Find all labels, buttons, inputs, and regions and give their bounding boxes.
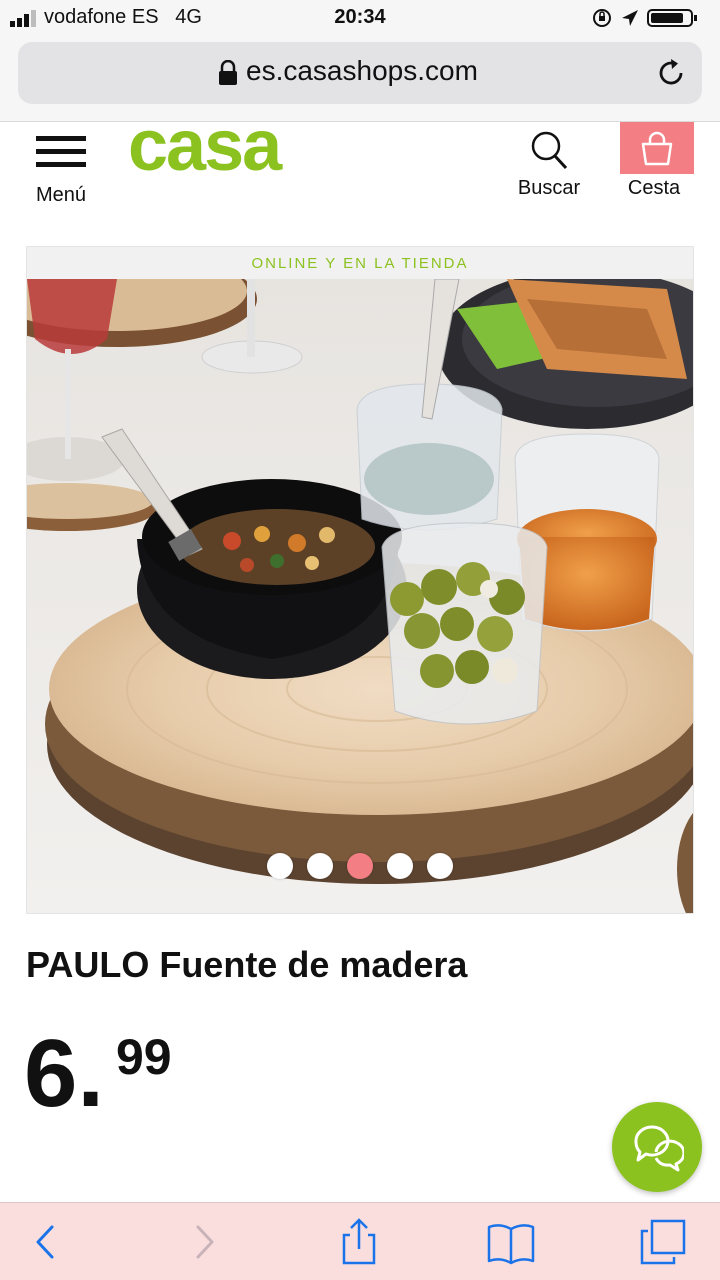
search-button[interactable]: Buscar bbox=[506, 122, 592, 214]
chat-button[interactable] bbox=[612, 1102, 702, 1192]
browser-toolbar bbox=[0, 1202, 720, 1280]
price-integer: 6. bbox=[24, 1020, 105, 1127]
status-bar: vodafone ES 4G 20:34 bbox=[0, 0, 720, 36]
forward-icon[interactable] bbox=[180, 1217, 230, 1267]
tabs-icon[interactable] bbox=[638, 1217, 688, 1267]
status-icons bbox=[593, 9, 697, 27]
orientation-lock-icon bbox=[593, 9, 611, 27]
carousel-dot-5[interactable] bbox=[427, 853, 453, 879]
carousel-dot-3[interactable] bbox=[347, 853, 373, 879]
carousel-dots bbox=[267, 851, 457, 879]
lock-icon bbox=[219, 60, 237, 85]
carousel-dot-2[interactable] bbox=[307, 853, 333, 879]
reload-icon[interactable] bbox=[654, 56, 688, 90]
battery-icon bbox=[647, 9, 697, 27]
availability-banner: ONLINE Y EN LA TIENDA bbox=[27, 247, 693, 279]
casa-logo[interactable]: casa bbox=[128, 110, 282, 182]
url-text: es.casashops.com bbox=[246, 55, 478, 86]
cart-label: Cesta bbox=[627, 177, 681, 199]
product-photo bbox=[27, 279, 693, 913]
price-decimals: 99 bbox=[116, 1029, 172, 1085]
menu-label: Menú bbox=[35, 184, 87, 206]
carousel-dot-4[interactable] bbox=[387, 853, 413, 879]
location-arrow-icon bbox=[622, 10, 638, 26]
shopping-bag-icon bbox=[641, 131, 673, 166]
share-icon[interactable] bbox=[334, 1217, 384, 1267]
cart-button[interactable]: Cesta bbox=[614, 122, 694, 214]
hamburger-icon bbox=[36, 136, 86, 167]
product-price: 6. 99 bbox=[24, 1026, 284, 1126]
bookmarks-icon[interactable] bbox=[486, 1217, 536, 1267]
back-icon[interactable] bbox=[20, 1217, 70, 1267]
product-title: PAULO Fuente de madera bbox=[26, 944, 468, 985]
site-header: Menú casa Buscar Cesta bbox=[0, 110, 720, 218]
chat-bubbles-icon bbox=[634, 1125, 684, 1172]
menu-button[interactable]: Menú bbox=[22, 130, 100, 214]
browser-address-bar: es.casashops.com bbox=[0, 36, 720, 122]
cart-icon-box bbox=[620, 122, 694, 174]
search-label: Buscar bbox=[517, 177, 581, 199]
product-image-carousel[interactable]: ONLINE Y EN LA TIENDA bbox=[26, 246, 694, 914]
search-icon bbox=[531, 131, 568, 170]
carousel-dot-1[interactable] bbox=[267, 853, 293, 879]
url-field[interactable]: es.casashops.com bbox=[18, 42, 702, 104]
